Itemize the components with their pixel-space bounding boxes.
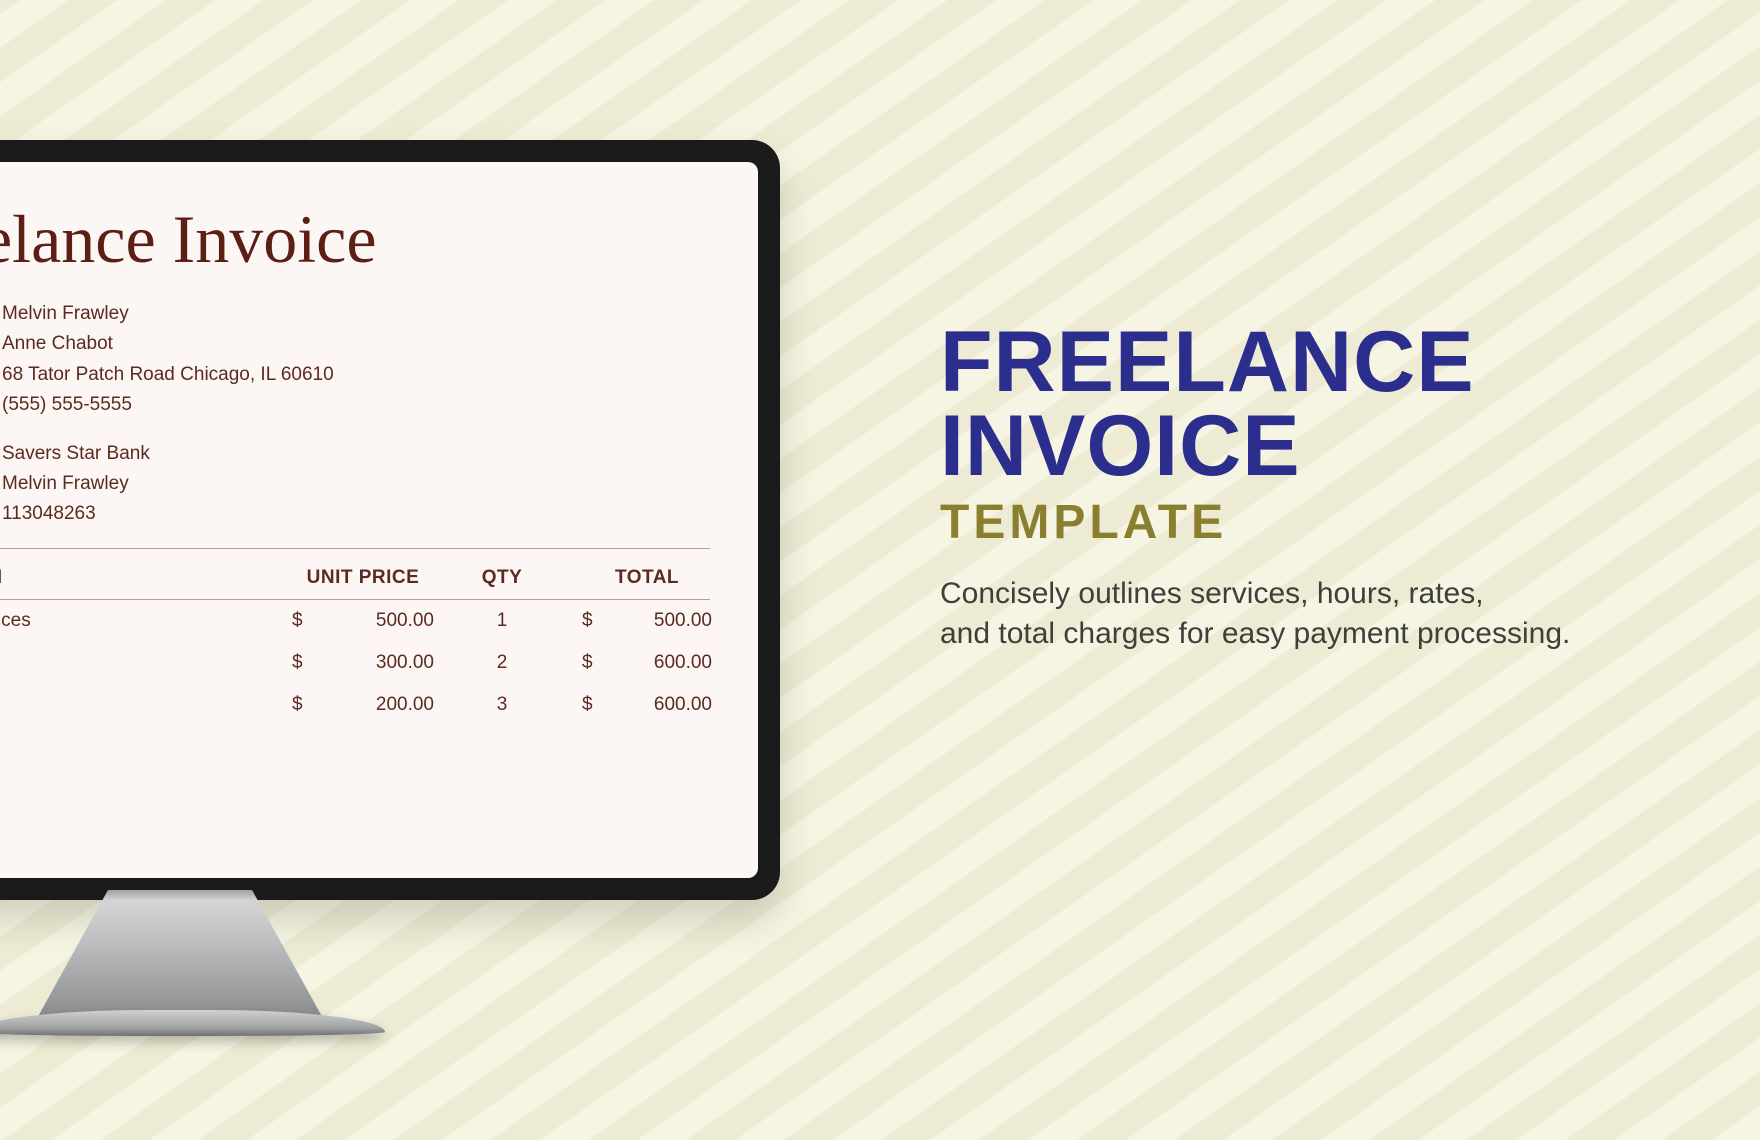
promo-title-line1: FREELANCE [940,320,1700,404]
cell-unit-price: $300.00 [292,652,452,674]
table-divider-top [0,548,710,549]
bill-to-phone: (555) 555-5555 [2,390,132,420]
table-row: esign$200.003$600.00 [0,684,710,726]
promo-block: FREELANCE INVOICE TEMPLATE Concisely out… [940,320,1700,655]
invoice-title: elance Invoice [0,200,710,279]
cell-description: riting [0,652,292,674]
col-qty: QTY [452,567,552,589]
promo-subtitle: TEMPLATE [940,495,1700,550]
cell-qty: 2 [452,652,552,674]
cell-total: $600.00 [552,694,712,716]
account-no: 113048263 [2,499,96,529]
cell-qty: 3 [452,694,552,716]
cell-unit-price: $500.00 [292,610,452,632]
table-row: n Services$500.001$500.00 [0,600,710,642]
cell-description: esign [0,694,292,716]
table-row: riting$300.002$600.00 [0,642,710,684]
table-header: PTION UNIT PRICE QTY TOTAL [0,559,710,600]
bank-block: Savers Star Bank ame Melvin Frawley o 11… [2,439,710,530]
bill-to-address: 68 Tator Patch Road Chicago, IL 60610 [2,360,334,390]
invoice-table: PTION UNIT PRICE QTY TOTAL n Services$50… [0,559,710,726]
monitor-device: elance Invoice o: Melvin Frawley Anne Ch… [0,140,780,900]
cell-total: $600.00 [552,652,712,674]
cell-unit-price: $200.00 [292,694,452,716]
bill-to-block: o: Melvin Frawley Anne Chabot 68 Tator P… [2,299,710,421]
monitor-screen: elance Invoice o: Melvin Frawley Anne Ch… [0,162,758,878]
col-total: TOTAL [552,567,712,589]
bill-to-contact: Anne Chabot [2,329,113,359]
bank-name: Savers Star Bank [2,439,150,469]
promo-title-line2: INVOICE [940,404,1700,488]
col-description: PTION [0,567,292,589]
cell-total: $500.00 [552,610,712,632]
cell-qty: 1 [452,610,552,632]
promo-description: Concisely outlines services, hours, rate… [940,574,1700,655]
bill-to-name: Melvin Frawley [2,299,129,329]
account-name: Melvin Frawley [2,469,129,499]
cell-description: n Services [0,610,292,632]
col-unit-price: UNIT PRICE [292,567,452,589]
